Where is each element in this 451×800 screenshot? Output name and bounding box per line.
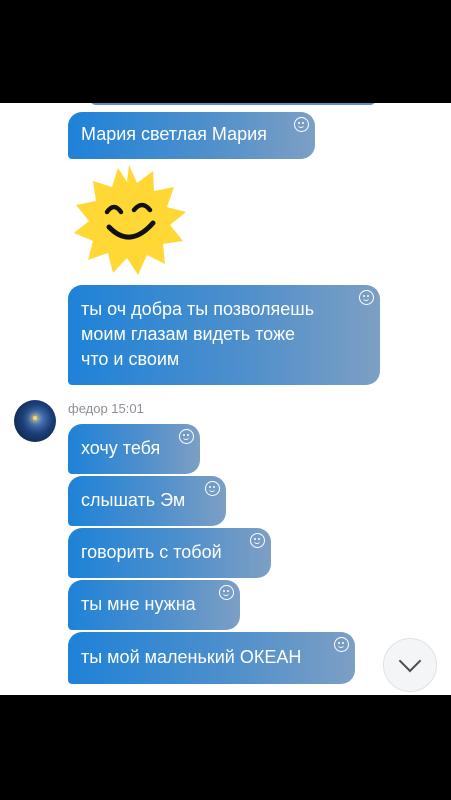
avatar[interactable] xyxy=(14,400,56,442)
chat-screen: Мария светлая Мария ты оч добра ты позво… xyxy=(0,103,451,695)
chevron-down-icon xyxy=(398,649,422,673)
message-text: Мария светлая Мария xyxy=(81,124,267,144)
smile-reaction-icon[interactable] xyxy=(334,637,349,652)
message-bubble[interactable]: Мария светлая Мария xyxy=(68,112,315,159)
message-bubble[interactable]: говорить с тобой xyxy=(68,528,271,578)
smile-reaction-icon[interactable] xyxy=(179,429,194,444)
message-bubble[interactable]: ты мне нужна xyxy=(68,580,240,630)
message-line: ты оч добра ты позволяешь xyxy=(81,299,315,319)
message-bubble[interactable]: слышать Эм xyxy=(68,476,226,526)
scroll-down-button[interactable] xyxy=(383,638,437,692)
avatar-light xyxy=(33,416,37,420)
message-line: что и своим xyxy=(81,349,180,369)
smile-reaction-icon[interactable] xyxy=(205,481,220,496)
smiling-sun-sticker[interactable] xyxy=(72,165,186,277)
smile-reaction-icon[interactable] xyxy=(359,290,374,305)
message-text: говорить с тобой xyxy=(81,542,222,562)
previous-message-edge xyxy=(90,103,376,105)
message-line: моим глазам видеть тоже xyxy=(81,324,295,344)
smile-reaction-icon[interactable] xyxy=(294,117,309,132)
message-text: слышать Эм xyxy=(81,490,186,510)
smile-reaction-icon[interactable] xyxy=(250,533,265,548)
message-bubble[interactable]: хочу тебя xyxy=(68,424,200,474)
message-text: ты мне нужна xyxy=(81,594,196,614)
sender-name-time[interactable]: федор 15:01 xyxy=(68,401,144,416)
message-bubble-multiline[interactable]: ты оч добра ты позволяешь моим глазам ви… xyxy=(68,285,380,385)
message-bubble[interactable]: ты мой маленький ОКЕАН xyxy=(68,632,355,684)
smile-reaction-icon[interactable] xyxy=(219,585,234,600)
message-text: ты мой маленький ОКЕАН xyxy=(81,647,302,667)
message-text: хочу тебя xyxy=(81,438,161,458)
sun-face xyxy=(97,187,163,253)
